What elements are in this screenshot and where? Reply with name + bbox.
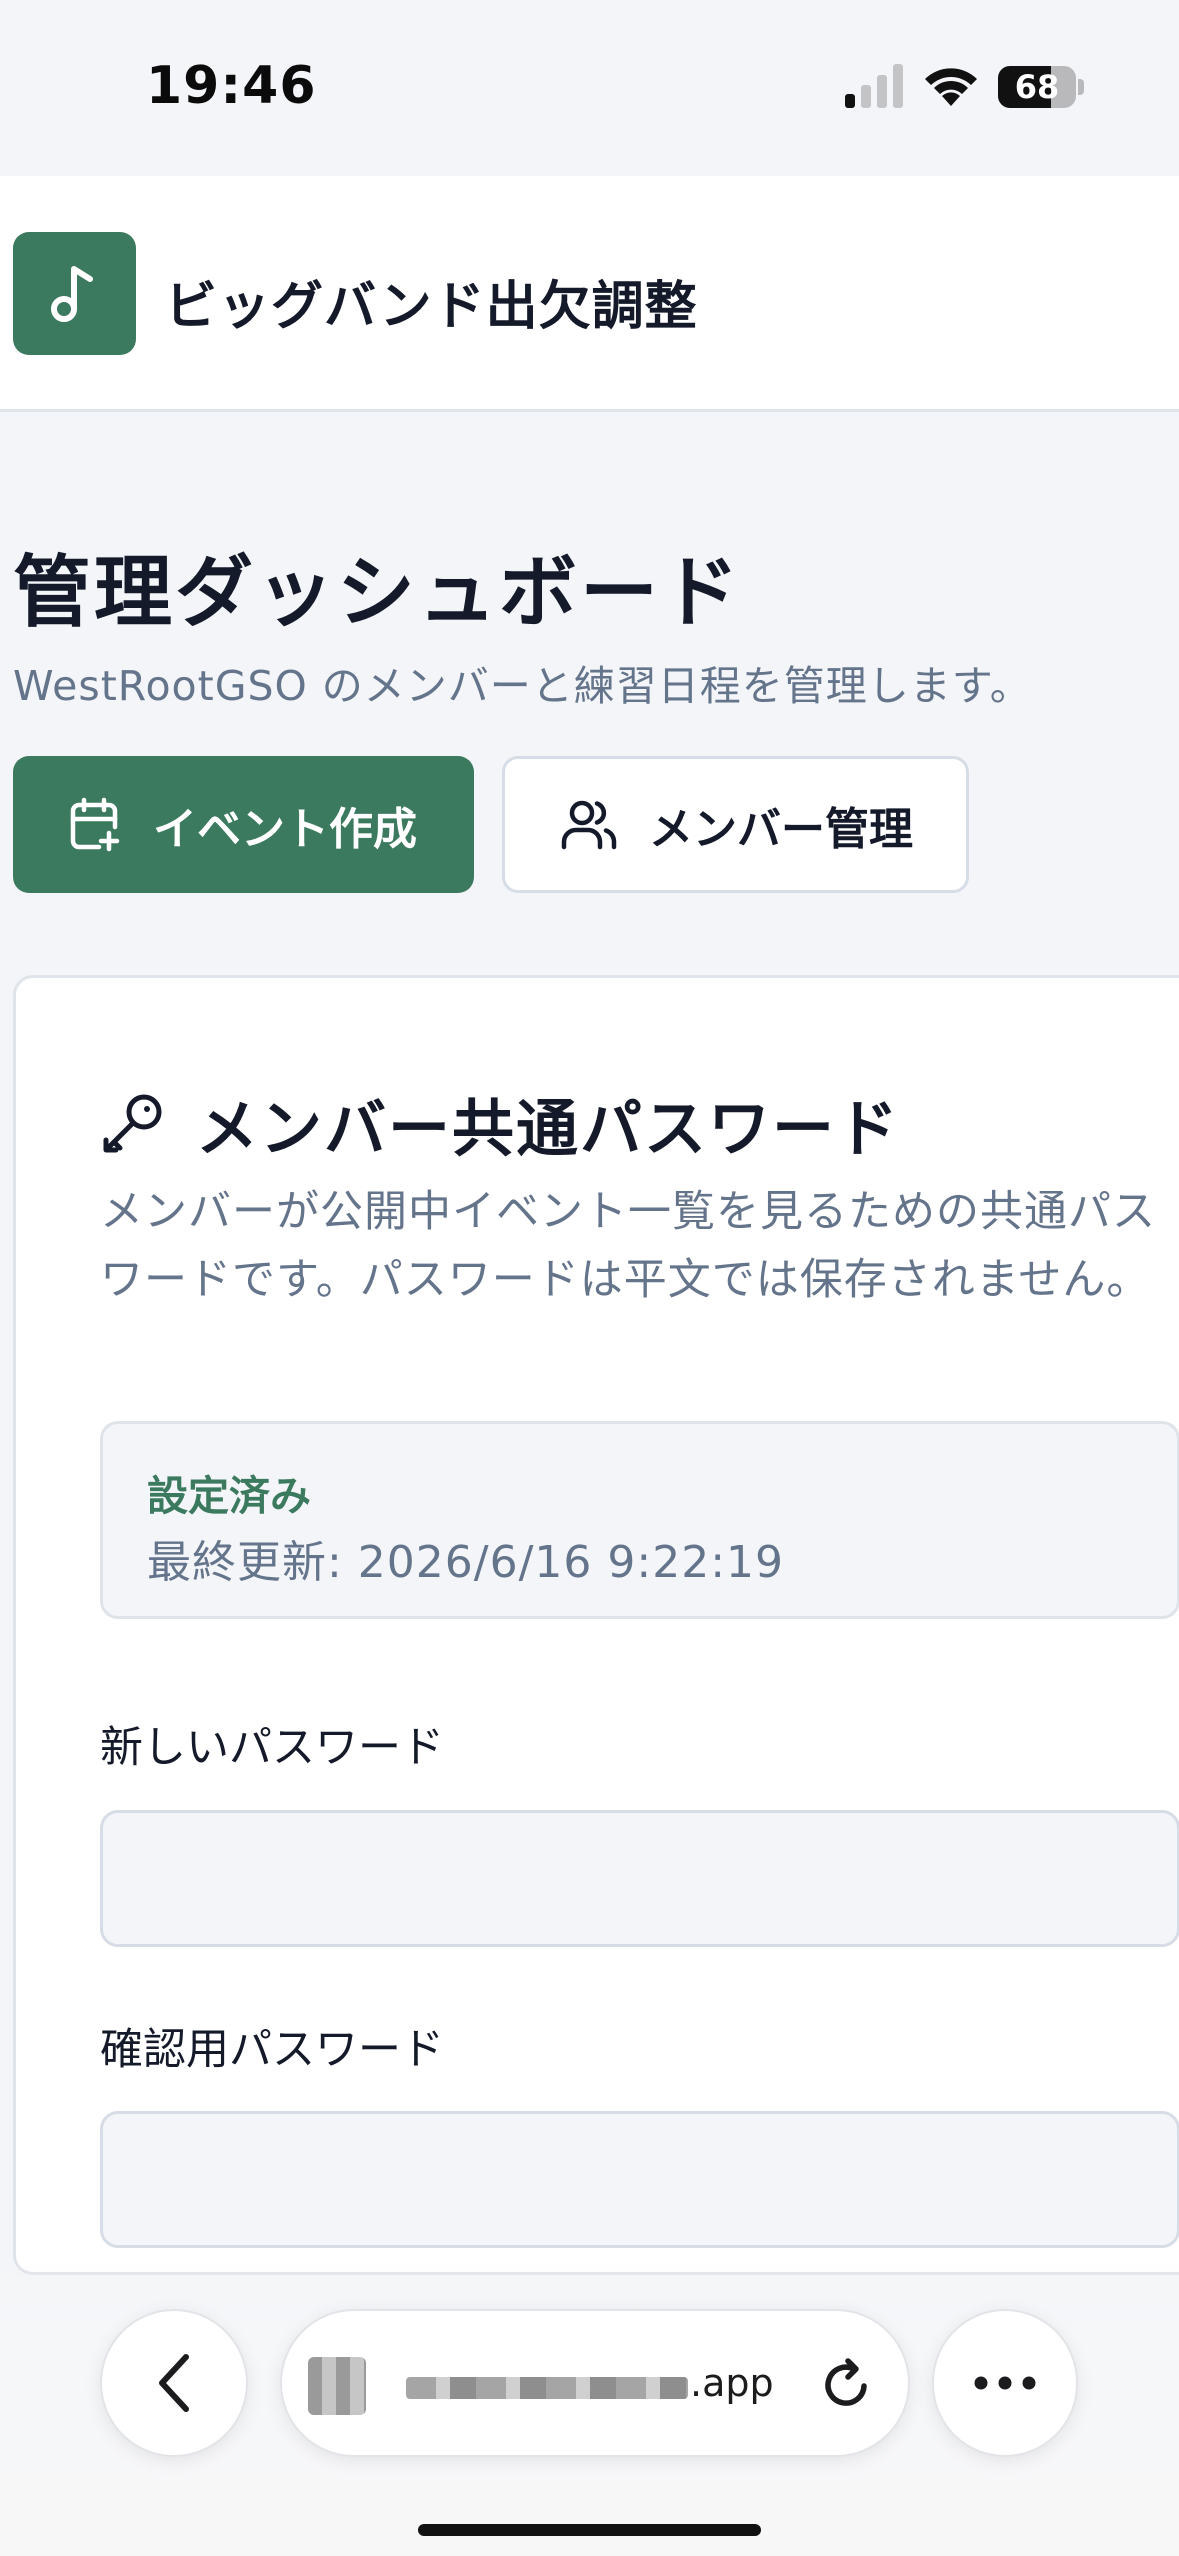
redacted-url xyxy=(406,2377,688,2399)
back-button[interactable] xyxy=(100,2309,248,2457)
site-favicon xyxy=(308,2357,366,2415)
page-title: 管理ダッシュボード xyxy=(13,548,743,638)
member-password-card: メンバー共通パスワード メンバーが公開中イベント一覧を見るための共通パスワードで… xyxy=(13,975,1179,2275)
app-header: ビッグバンド出欠調整 xyxy=(0,176,1179,412)
users-icon xyxy=(561,800,617,849)
status-time: 19:46 xyxy=(146,56,317,116)
chevron-left-icon xyxy=(159,2354,189,2412)
more-options-button[interactable] xyxy=(932,2309,1078,2457)
key-icon xyxy=(103,1094,162,1153)
new-password-input[interactable] xyxy=(100,1810,1179,1947)
last-updated-text: 最終更新: 2026/6/16 9:22:19 xyxy=(147,1537,785,1588)
card-header: メンバー共通パスワード xyxy=(100,1078,900,1168)
manage-members-button[interactable]: メンバー管理 xyxy=(502,756,969,893)
card-title: メンバー共通パスワード xyxy=(196,1092,901,1165)
app-title[interactable]: ビッグバンド出欠調整 xyxy=(165,264,698,339)
browser-toolbar: .app xyxy=(0,2262,1179,2556)
create-event-button[interactable]: イベント作成 xyxy=(13,756,474,893)
music-note-icon xyxy=(51,266,93,322)
ellipsis-icon xyxy=(974,2376,1036,2390)
status-bar: 19:46 68 xyxy=(0,0,1179,176)
wifi-icon xyxy=(925,68,977,106)
url-suffix: .app xyxy=(690,2361,774,2405)
confirm-password-input[interactable] xyxy=(100,2111,1179,2248)
new-password-label: 新しいパスワード xyxy=(100,1723,444,1773)
cellular-signal-icon xyxy=(845,64,903,108)
home-indicator xyxy=(418,2524,761,2536)
card-description: メンバーが公開中イベント一覧を見るための共通パスワードです。パスワードは平文では… xyxy=(100,1187,1156,1305)
reload-icon[interactable] xyxy=(816,2353,878,2415)
confirm-password-label: 確認用パスワード xyxy=(100,2025,444,2075)
app-logo[interactable] xyxy=(13,232,136,355)
page-subtitle: WestRootGSO のメンバーと練習日程を管理します。 xyxy=(13,662,1032,710)
status-badge: 設定済み xyxy=(147,1472,311,1520)
password-status-box: 設定済み 最終更新: 2026/6/16 9:22:19 xyxy=(100,1421,1179,1619)
calendar-plus-icon xyxy=(70,797,120,851)
battery-level: 68 xyxy=(1014,68,1060,106)
battery-icon: 68 xyxy=(998,66,1084,108)
address-bar[interactable]: .app xyxy=(280,2309,910,2457)
create-event-label: イベント作成 xyxy=(153,803,417,855)
manage-members-label: メンバー管理 xyxy=(649,803,913,855)
